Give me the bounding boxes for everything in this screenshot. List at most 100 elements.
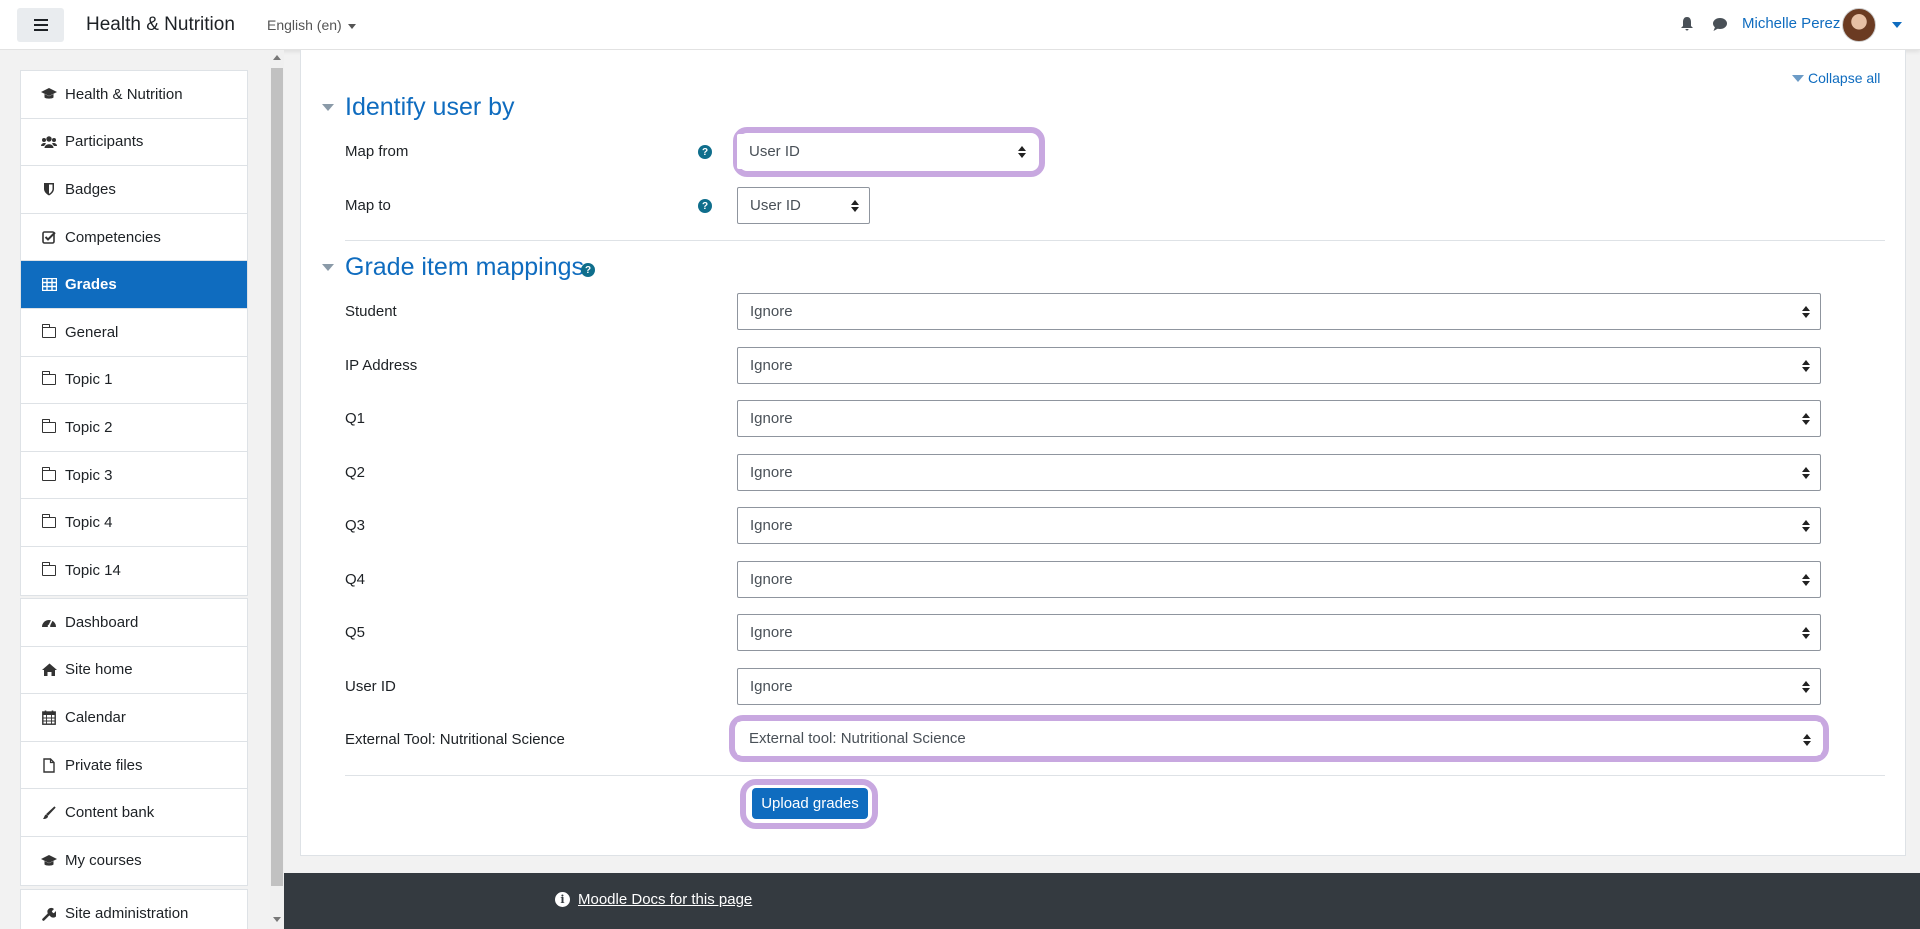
nav-item-topic-2[interactable]: Topic 2 xyxy=(21,404,247,452)
scroll-down-arrow-icon[interactable] xyxy=(273,917,281,922)
user-menu-caret-icon[interactable] xyxy=(1892,22,1902,28)
map-from-select[interactable]: User ID xyxy=(737,134,1036,169)
chat-bubble-icon[interactable] xyxy=(1712,17,1728,32)
nav-item-label: Badges xyxy=(65,180,116,198)
admin-nav: Site administration xyxy=(20,889,248,929)
nav-item-label: Grades xyxy=(65,276,117,294)
bell-icon[interactable] xyxy=(1680,16,1694,32)
grade-mapping-select[interactable]: Ignore xyxy=(737,400,1821,437)
nav-item-badges[interactable]: Badges xyxy=(21,166,247,214)
collapse-all-link[interactable]: Collapse all xyxy=(1792,70,1880,86)
nav-item-label: Health & Nutrition xyxy=(65,85,183,103)
table-icon xyxy=(41,277,57,293)
grade-mapping-select[interactable]: Ignore xyxy=(737,293,1821,330)
nav-item-topic-1[interactable]: Topic 1 xyxy=(21,357,247,405)
nav-item-topic-14[interactable]: Topic 14 xyxy=(21,547,247,595)
select-arrows-icon xyxy=(1802,519,1810,533)
section-title-identify-user[interactable]: Identify user by xyxy=(345,93,515,122)
select-arrows-icon xyxy=(851,199,859,213)
section-title-grade-item-mappings[interactable]: Grade item mappings xyxy=(345,253,584,282)
section-caret-icon[interactable] xyxy=(322,104,334,111)
calendar-icon xyxy=(41,709,57,725)
help-icon[interactable]: ? xyxy=(698,199,712,213)
grade-row-label: Q4 xyxy=(345,571,366,588)
nav-item-label: Topic 1 xyxy=(65,371,113,389)
select-value: Ignore xyxy=(750,678,793,695)
help-icon[interactable]: ? xyxy=(698,145,712,159)
nav-item-course-home[interactable]: Health & Nutrition xyxy=(21,71,247,119)
nav-item-private-files[interactable]: Private files xyxy=(21,742,247,790)
nav-item-topic-4[interactable]: Topic 4 xyxy=(21,499,247,547)
course-nav: Health & Nutrition Participants Badges C… xyxy=(20,70,248,596)
tachometer-icon xyxy=(41,614,57,630)
grade-row-label: Q2 xyxy=(345,464,366,481)
grade-mapping-select[interactable]: Ignore xyxy=(737,507,1821,544)
select-arrows-icon xyxy=(1802,573,1810,587)
select-arrows-icon xyxy=(1803,733,1811,747)
grade-mapping-select[interactable]: Ignore xyxy=(737,668,1821,705)
nav-item-calendar[interactable]: Calendar xyxy=(21,694,247,742)
select-arrows-icon xyxy=(1018,145,1026,159)
nav-item-site-administration[interactable]: Site administration xyxy=(21,890,247,929)
check-square-icon xyxy=(41,229,57,245)
nav-item-label: Participants xyxy=(65,133,144,151)
section-caret-icon[interactable] xyxy=(322,264,334,271)
grade-mapping-select[interactable]: Ignore xyxy=(737,561,1821,598)
folder-icon xyxy=(41,418,57,435)
upload-grades-button[interactable]: Upload grades xyxy=(752,788,868,819)
select-arrows-icon xyxy=(1802,305,1810,319)
map-to-select[interactable]: User ID xyxy=(737,187,870,224)
select-arrows-icon xyxy=(1802,466,1810,480)
paint-brush-icon xyxy=(41,805,57,821)
section-divider xyxy=(345,240,1885,241)
select-value: External tool: Nutritional Science xyxy=(749,730,966,747)
grade-mapping-select[interactable]: Ignore xyxy=(737,347,1821,384)
grade-row-label: Student xyxy=(345,303,397,320)
select-value: Ignore xyxy=(750,517,793,534)
caret-down-icon xyxy=(347,23,356,29)
nav-item-dashboard[interactable]: Dashboard xyxy=(21,599,247,647)
nav-item-label: Private files xyxy=(65,756,143,774)
map-to-value: User ID xyxy=(750,197,801,214)
grade-mapping-select[interactable]: Ignore xyxy=(737,454,1821,491)
map-to-label: Map to xyxy=(345,197,391,214)
nav-item-label: Dashboard xyxy=(65,613,139,631)
nav-item-label: Site administration xyxy=(65,905,189,922)
select-value: Ignore xyxy=(750,571,793,588)
grade-mapping-select[interactable]: External tool: Nutritional Science xyxy=(737,722,1821,755)
grade-row-label: Q1 xyxy=(345,410,366,427)
nav-item-label: Content bank xyxy=(65,804,155,822)
select-value: Ignore xyxy=(750,464,793,481)
nav-item-grades[interactable]: Grades xyxy=(21,261,247,309)
select-value: Ignore xyxy=(750,357,793,374)
nav-item-my-courses[interactable]: My courses xyxy=(21,837,247,885)
language-label: English (en) xyxy=(267,17,342,33)
nav-item-competencies[interactable]: Competencies xyxy=(21,214,247,262)
folder-icon xyxy=(41,323,57,340)
grade-row-label: User ID xyxy=(345,678,396,695)
nav-item-topic-3[interactable]: Topic 3 xyxy=(21,452,247,500)
folder-icon xyxy=(41,514,57,531)
sidebar-scrollbar-thumb[interactable] xyxy=(271,68,283,886)
nav-item-general[interactable]: General xyxy=(21,309,247,357)
user-menu-name[interactable]: Michelle Perez xyxy=(1742,15,1840,32)
nav-item-label: Topic 4 xyxy=(65,514,113,532)
grade-mapping-select[interactable]: Ignore xyxy=(737,614,1821,651)
avatar[interactable] xyxy=(1842,8,1876,42)
graduation-cap-icon xyxy=(41,853,57,869)
menu-toggle-button[interactable] xyxy=(17,8,64,42)
folder-icon xyxy=(41,466,57,483)
select-arrows-icon xyxy=(1802,626,1810,640)
nav-item-participants[interactable]: Participants xyxy=(21,119,247,167)
nav-item-label: My courses xyxy=(65,852,142,870)
language-menu[interactable]: English (en) xyxy=(267,17,356,33)
nav-item-content-bank[interactable]: Content bank xyxy=(21,789,247,837)
moodle-docs-link[interactable]: i Moodle Docs for this page xyxy=(555,891,752,908)
moodle-docs-label: Moodle Docs for this page xyxy=(578,891,753,908)
scroll-up-arrow-icon[interactable] xyxy=(273,55,281,60)
nav-item-site-home[interactable]: Site home xyxy=(21,647,247,695)
site-name[interactable]: Health & Nutrition xyxy=(86,14,235,36)
help-icon[interactable]: ? xyxy=(581,263,595,277)
select-value: Ignore xyxy=(750,303,793,320)
select-arrows-icon xyxy=(1802,412,1810,426)
